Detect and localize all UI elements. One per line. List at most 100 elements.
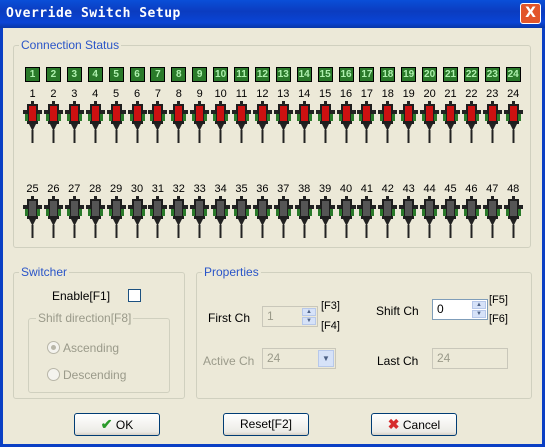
first-ch-up-icon[interactable]: ▲: [302, 308, 316, 316]
switch-connector-icon: [378, 101, 398, 143]
channel-number: 48: [507, 183, 520, 195]
channel-number: 37: [277, 183, 290, 195]
channel-led-box: 22: [463, 67, 479, 82]
channel-led-box: 24: [505, 67, 521, 82]
ascending-radio[interactable]: [47, 341, 60, 354]
switch-connector-icon: [441, 101, 460, 143]
channel-number: 34: [214, 183, 227, 195]
channel-led-box: 21: [443, 67, 458, 82]
shift-ch-spinbox[interactable]: 0 ▲ ▼: [432, 299, 488, 320]
channel-led-box: 16: [338, 67, 354, 82]
switch-connector-icon: [148, 196, 168, 238]
window-title: Override Switch Setup: [6, 6, 181, 21]
reset-button[interactable]: Reset[F2]: [223, 413, 309, 436]
first-ch-value: 1: [267, 309, 274, 323]
switch-connector-icon: [43, 101, 63, 143]
shift-ch-down-key: [F6]: [489, 313, 508, 325]
channel-led-box: 6: [129, 67, 145, 82]
channel-number: 19: [402, 88, 415, 100]
check-icon: ✔: [100, 416, 113, 432]
shift-direction-label: Shift direction[F8]: [36, 311, 134, 325]
switch-connector-icon: [503, 196, 523, 238]
switch-connector-icon: [85, 196, 105, 238]
switch-connector-icon: [43, 196, 63, 238]
shift-ch-spinner[interactable]: ▲ ▼: [472, 301, 486, 318]
switcher-label: Switcher: [19, 265, 70, 279]
ascending-label: Ascending: [63, 341, 120, 355]
descending-radio[interactable]: [47, 368, 60, 381]
switch-connector-icon: [461, 101, 481, 143]
channel-number: 35: [235, 183, 248, 195]
active-ch-label: Active Ch: [203, 354, 255, 368]
switch-connector-icon: [315, 101, 335, 143]
title-bar: Override Switch Setup X: [0, 0, 545, 28]
cancel-button[interactable]: ✖ Cancel: [371, 413, 457, 436]
channel-number: 30: [130, 183, 144, 195]
switch-connector-icon: [378, 196, 398, 238]
channel-led-box: 18: [380, 67, 396, 82]
properties-group: [196, 272, 532, 399]
ok-label: OK: [115, 418, 134, 432]
channel-led-box: 13: [275, 67, 291, 82]
channel-led-box: 7: [150, 67, 166, 82]
switch-connector-icon: [420, 101, 440, 143]
enable-checkbox[interactable]: [128, 289, 141, 302]
switch-connector-icon: [85, 101, 105, 143]
switch-connector-icon: [294, 196, 314, 238]
channel-number: 23: [486, 88, 499, 100]
first-ch-down-icon[interactable]: ▼: [302, 317, 316, 325]
switch-connector-icon: [482, 196, 502, 238]
channel-number: 47: [486, 183, 499, 195]
channel-number: 26: [47, 183, 60, 195]
switch-connector-icon: [106, 101, 126, 143]
switch-connector-icon: [211, 196, 231, 238]
channel-number: 9: [196, 88, 203, 100]
switch-connector-icon: [23, 196, 42, 238]
channel-led-box: 9: [192, 67, 208, 82]
channel-led-box: 11: [234, 67, 249, 82]
ok-button[interactable]: ✔ OK: [74, 413, 160, 436]
switch-connector-icon: [64, 196, 84, 238]
last-ch-value: 24: [437, 351, 451, 365]
switch-connector-icon: [232, 196, 251, 238]
channel-number: 32: [172, 183, 185, 195]
channel-number: 28: [89, 183, 102, 195]
enable-label: Enable[F1]: [52, 289, 111, 303]
channel-led-box: 3: [66, 67, 82, 82]
channel-led-box: 14: [296, 67, 312, 82]
channel-number: 14: [298, 88, 311, 100]
channel-number: 5: [113, 88, 120, 100]
switch-connector-icon: [336, 101, 356, 143]
channel-number: 15: [318, 88, 332, 100]
shift-ch-up-icon[interactable]: ▲: [472, 301, 486, 309]
channel-number: 1: [29, 88, 36, 100]
channel-led-box: 15: [317, 67, 333, 82]
channel-number: 12: [256, 88, 269, 100]
first-ch-up-key: [F3]: [321, 300, 340, 312]
channel-led-box: 4: [87, 67, 103, 82]
channel-number: 39: [318, 183, 332, 195]
close-button[interactable]: X: [520, 3, 541, 24]
first-ch-spinner[interactable]: ▲ ▼: [302, 308, 316, 325]
channel-number: 43: [402, 183, 415, 195]
switch-connector-icon: [232, 101, 251, 143]
channel-number: 41: [360, 183, 374, 195]
channel-number: 4: [92, 88, 99, 100]
channel-number: 27: [68, 183, 81, 195]
channel-number: 40: [339, 183, 353, 195]
channel-number: 20: [423, 88, 436, 100]
shift-ch-down-icon[interactable]: ▼: [472, 310, 486, 318]
channel-number: 2: [50, 88, 57, 100]
switch-connector-icon: [294, 101, 314, 143]
first-ch-spinbox[interactable]: 1 ▲ ▼: [262, 306, 318, 327]
switch-connector-icon: [127, 196, 147, 238]
channel-number: 7: [154, 88, 161, 100]
channel-led-box: 1: [25, 67, 40, 82]
switch-connector-icon: [106, 196, 126, 238]
channel-number: 31: [151, 183, 165, 195]
active-ch-select[interactable]: 24 ▼: [262, 348, 336, 369]
descending-label: Descending: [63, 368, 127, 382]
chevron-down-icon[interactable]: ▼: [318, 350, 334, 367]
first-ch-down-key: [F4]: [321, 320, 340, 332]
shift-ch-up-key: [F5]: [489, 294, 508, 306]
